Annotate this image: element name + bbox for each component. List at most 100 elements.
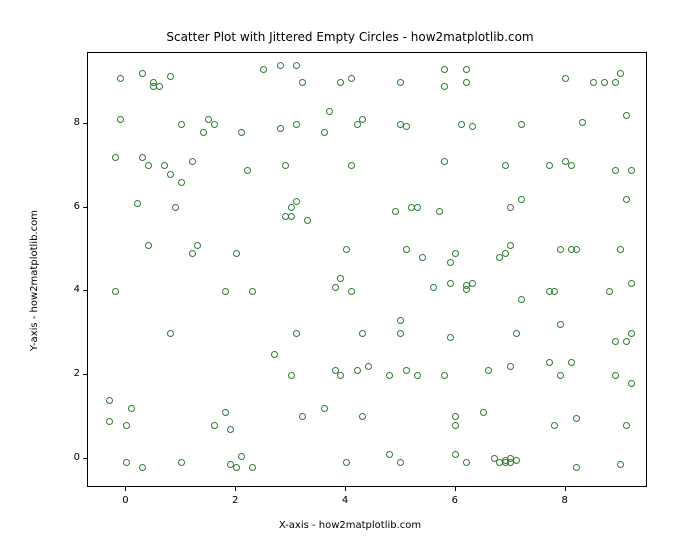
data-point [117,116,124,123]
data-point [167,73,174,80]
x-axis-label: X-axis - how2matplotlib.com [0,520,700,531]
data-point [299,79,306,86]
data-point [562,75,569,82]
data-point [414,372,421,379]
x-tick-mark [455,487,456,491]
data-point [397,79,404,86]
data-point [128,405,135,412]
data-point [112,288,119,295]
y-axis-label: Y-axis - how2matplotlib.com [28,0,40,560]
data-point [112,154,119,161]
data-point [546,359,553,366]
data-point [430,284,437,291]
data-point [568,359,575,366]
data-point [507,363,514,370]
data-point [612,338,619,345]
data-point [233,464,240,471]
data-point [117,75,124,82]
data-point [189,158,196,165]
data-point [249,288,256,295]
data-point [167,330,174,337]
y-tick-label: 4 [60,284,80,295]
data-point [139,70,146,77]
data-point [617,70,624,77]
data-point [348,75,355,82]
data-point [337,275,344,282]
data-point [623,112,630,119]
x-tick-mark [235,487,236,491]
data-point [628,280,635,287]
data-point [403,123,410,130]
x-tick-label: 2 [225,495,245,506]
data-point [507,204,514,211]
data-point [546,162,553,169]
data-point [293,62,300,69]
data-point [557,372,564,379]
data-point [343,246,350,253]
x-tick-label: 8 [555,495,575,506]
data-point [238,129,245,136]
data-point [502,250,509,257]
data-point [397,317,404,324]
data-point [441,83,448,90]
data-point [463,459,470,466]
y-tick-label: 2 [60,368,80,379]
data-point [551,422,558,429]
data-point [590,79,597,86]
y-tick-mark [83,207,87,208]
data-point [612,167,619,174]
data-point [156,83,163,90]
data-point [227,426,234,433]
data-point [447,259,454,266]
data-point [617,461,624,468]
data-point [463,79,470,86]
data-point [518,121,525,128]
data-point [507,242,514,249]
data-point [194,242,201,249]
data-point [134,200,141,207]
data-point [617,246,624,253]
data-point [452,413,459,420]
data-point [441,372,448,379]
data-point [178,179,185,186]
y-tick-label: 8 [60,117,80,128]
data-point [222,409,229,416]
x-tick-label: 6 [445,495,465,506]
data-point [172,204,179,211]
data-point [293,121,300,128]
data-point [628,330,635,337]
data-point [244,167,251,174]
data-point [392,208,399,215]
chart-title: Scatter Plot with Jittered Empty Circles… [0,30,700,44]
data-point [178,121,185,128]
data-point [436,208,443,215]
y-tick-mark [83,374,87,375]
data-point [348,288,355,295]
data-point [403,246,410,253]
data-point [211,121,218,128]
data-point [518,196,525,203]
data-point [463,66,470,73]
data-point [123,459,130,466]
data-point [568,162,575,169]
data-point [480,409,487,416]
data-point [485,367,492,374]
data-point [106,397,113,404]
x-tick-mark [125,487,126,491]
x-tick-label: 4 [335,495,355,506]
data-point [579,119,586,126]
x-tick-mark [345,487,346,491]
data-point [419,254,426,261]
data-point [200,129,207,136]
data-point [321,129,328,136]
data-point [354,367,361,374]
data-point [139,464,146,471]
data-point [359,116,366,123]
y-tick-label: 6 [60,201,80,212]
y-tick-label: 0 [60,452,80,463]
data-point [612,372,619,379]
y-tick-mark [83,123,87,124]
plot-area [87,52,647,487]
data-point [551,288,558,295]
data-point [403,367,410,374]
